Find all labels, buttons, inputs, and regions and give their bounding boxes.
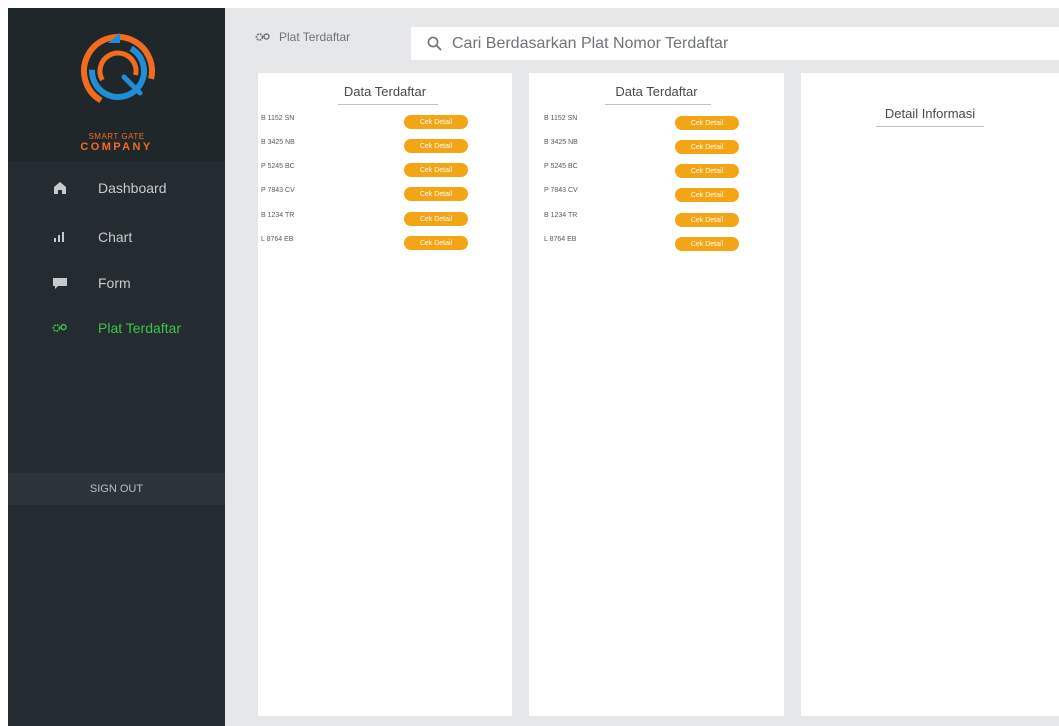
sidebar-item-form[interactable]: Form bbox=[8, 266, 225, 300]
breadcrumb-label: Plat Terdaftar bbox=[279, 30, 351, 44]
sidebar-item-label: Form bbox=[98, 275, 131, 291]
sidebar-item-label: Chart bbox=[98, 229, 133, 245]
search-icon bbox=[427, 36, 442, 51]
cek-detail-button[interactable]: Cek Detail bbox=[404, 115, 468, 129]
sidebar-item-dashboard[interactable]: Dashboard bbox=[8, 171, 225, 205]
panel-title: Data Terdaftar bbox=[343, 84, 427, 99]
list-item: B 1152 SN Cek Detail bbox=[258, 113, 512, 129]
panel-title: Detail Informasi bbox=[884, 106, 976, 121]
cek-detail-button[interactable]: Cek Detail bbox=[404, 163, 468, 177]
plate-number: P 5245 BC bbox=[544, 163, 578, 170]
sidebar-item-chart[interactable]: Chart bbox=[8, 220, 225, 254]
cek-detail-button[interactable]: Cek Detail bbox=[675, 140, 739, 154]
list-item: L 8764 EB Cek Detail bbox=[529, 234, 784, 251]
cek-detail-button[interactable]: Cek Detail bbox=[404, 236, 468, 250]
plate-number: B 3425 NB bbox=[261, 139, 295, 146]
brand-name: COMPANY bbox=[80, 141, 153, 153]
plate-number: B 1152 SN bbox=[261, 115, 295, 122]
cek-detail-button[interactable]: Cek Detail bbox=[675, 188, 739, 202]
plate-number: P 7843 CV bbox=[544, 187, 578, 194]
plate-number: L 8764 EB bbox=[544, 236, 577, 243]
title-underline bbox=[876, 126, 984, 127]
company-logo bbox=[81, 33, 155, 108]
cek-detail-button[interactable]: Cek Detail bbox=[675, 237, 739, 251]
list-item: P 5245 BC Cek Detail bbox=[529, 161, 784, 178]
list-item: B 1234 TR Cek Detail bbox=[529, 210, 784, 227]
data-terdaftar-panel-1: Data Terdaftar B 1152 SN Cek Detail B 34… bbox=[258, 73, 512, 716]
panel-title: Data Terdaftar bbox=[615, 84, 698, 99]
gears-icon bbox=[255, 33, 270, 41]
sidebar-item-label: Plat Terdaftar bbox=[98, 320, 182, 336]
plate-number: B 3425 NB bbox=[544, 139, 578, 146]
brand-area: SMART GATE COMPANY bbox=[8, 8, 225, 161]
sidebar: SMART GATE COMPANY Dashboard Chart Form bbox=[8, 8, 225, 726]
app-frame: SMART GATE COMPANY Dashboard Chart Form bbox=[8, 8, 1059, 726]
data-terdaftar-panel-2: Data Terdaftar B 1152 SN Cek Detail B 34… bbox=[529, 73, 784, 716]
sidebar-item-plat-terdaftar[interactable]: Plat Terdaftar bbox=[8, 311, 225, 345]
detail-informasi-panel: Detail Informasi bbox=[801, 73, 1059, 716]
message-icon bbox=[52, 275, 68, 291]
cek-detail-button[interactable]: Cek Detail bbox=[404, 212, 468, 226]
main-content: Plat Terdaftar Data Terdaftar B 1152 SN … bbox=[225, 8, 1059, 726]
gears-icon bbox=[52, 320, 68, 336]
list-item: B 1234 TR Cek Detail bbox=[258, 210, 512, 226]
list-item: P 5245 BC Cek Detail bbox=[258, 161, 512, 177]
list-item: L 8764 EB Cek Detail bbox=[258, 234, 512, 250]
title-underline bbox=[605, 104, 711, 105]
sign-out-button[interactable]: SIGN OUT bbox=[8, 473, 225, 505]
brand-tagline: SMART GATE bbox=[88, 132, 145, 141]
list-item: P 7843 CV Cek Detail bbox=[529, 185, 784, 202]
search-bar bbox=[411, 27, 1059, 60]
cek-detail-button[interactable]: Cek Detail bbox=[404, 187, 468, 201]
home-icon bbox=[52, 180, 68, 196]
list-item: B 3425 NB Cek Detail bbox=[529, 137, 784, 154]
cek-detail-button[interactable]: Cek Detail bbox=[675, 164, 739, 178]
list-item: P 7843 CV Cek Detail bbox=[258, 185, 512, 201]
breadcrumb: Plat Terdaftar bbox=[255, 30, 350, 44]
plate-number: B 1152 SN bbox=[544, 115, 578, 122]
cek-detail-button[interactable]: Cek Detail bbox=[404, 139, 468, 153]
bar-chart-icon bbox=[52, 229, 68, 245]
list-item: B 3425 NB Cek Detail bbox=[258, 137, 512, 153]
search-input[interactable] bbox=[450, 33, 1014, 54]
list-item: B 1152 SN Cek Detail bbox=[529, 113, 784, 130]
cek-detail-button[interactable]: Cek Detail bbox=[675, 213, 739, 227]
title-underline bbox=[338, 104, 438, 105]
plate-number: B 1234 TR bbox=[261, 212, 295, 219]
plate-number: B 1234 TR bbox=[544, 212, 578, 219]
plate-number: L 8764 EB bbox=[261, 236, 294, 243]
sidebar-item-label: Dashboard bbox=[98, 180, 167, 196]
plate-number: P 5245 BC bbox=[261, 163, 295, 170]
plate-number: P 7843 CV bbox=[261, 187, 295, 194]
cek-detail-button[interactable]: Cek Detail bbox=[675, 116, 739, 130]
